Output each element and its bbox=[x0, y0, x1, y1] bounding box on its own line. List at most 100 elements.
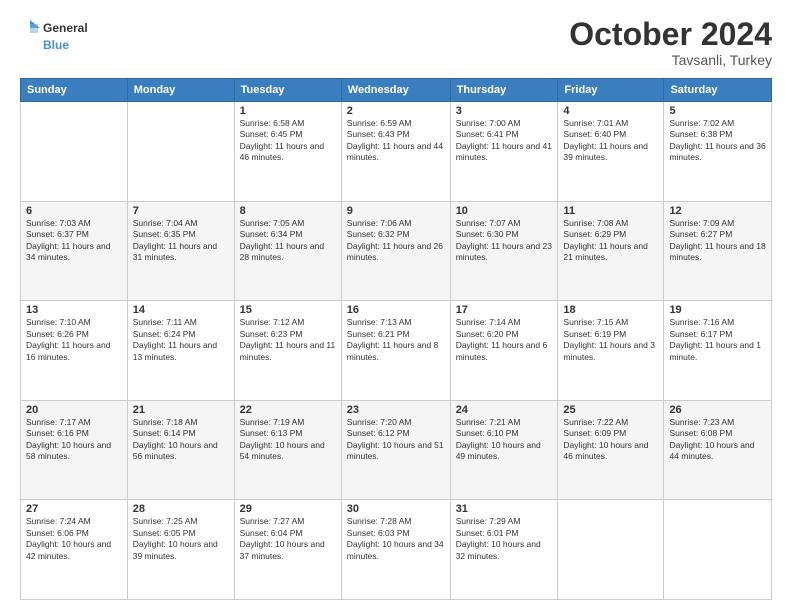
calendar-cell-4-3: 22 Sunrise: 7:19 AMSunset: 6:13 PMDaylig… bbox=[234, 400, 341, 500]
calendar-cell-1-3: 1 Sunrise: 6:58 AMSunset: 6:45 PMDayligh… bbox=[234, 102, 341, 202]
calendar-cell-1-6: 4 Sunrise: 7:01 AMSunset: 6:40 PMDayligh… bbox=[558, 102, 664, 202]
day-number: 7 bbox=[133, 205, 229, 217]
day-info: Sunrise: 7:13 AMSunset: 6:21 PMDaylight:… bbox=[347, 317, 445, 363]
day-info: Sunrise: 7:20 AMSunset: 6:12 PMDaylight:… bbox=[347, 417, 445, 463]
day-number: 14 bbox=[133, 304, 229, 316]
day-number: 5 bbox=[669, 105, 766, 117]
day-info: Sunrise: 7:25 AMSunset: 6:05 PMDaylight:… bbox=[133, 516, 229, 562]
day-number: 30 bbox=[347, 503, 445, 515]
calendar-cell-2-4: 9 Sunrise: 7:06 AMSunset: 6:32 PMDayligh… bbox=[341, 201, 450, 301]
calendar-cell-1-4: 2 Sunrise: 6:59 AMSunset: 6:43 PMDayligh… bbox=[341, 102, 450, 202]
day-info: Sunrise: 7:14 AMSunset: 6:20 PMDaylight:… bbox=[456, 317, 553, 363]
day-info: Sunrise: 7:05 AMSunset: 6:34 PMDaylight:… bbox=[240, 218, 336, 264]
calendar-week-4: 20 Sunrise: 7:17 AMSunset: 6:16 PMDaylig… bbox=[21, 400, 772, 500]
day-number: 9 bbox=[347, 205, 445, 217]
day-info: Sunrise: 7:22 AMSunset: 6:09 PMDaylight:… bbox=[563, 417, 658, 463]
calendar-week-2: 6 Sunrise: 7:03 AMSunset: 6:37 PMDayligh… bbox=[21, 201, 772, 301]
day-number: 20 bbox=[26, 404, 122, 416]
day-info: Sunrise: 7:09 AMSunset: 6:27 PMDaylight:… bbox=[669, 218, 766, 264]
day-info: Sunrise: 7:19 AMSunset: 6:13 PMDaylight:… bbox=[240, 417, 336, 463]
calendar-cell-2-5: 10 Sunrise: 7:07 AMSunset: 6:30 PMDaylig… bbox=[450, 201, 558, 301]
calendar-cell-4-2: 21 Sunrise: 7:18 AMSunset: 6:14 PMDaylig… bbox=[127, 400, 234, 500]
day-number: 3 bbox=[456, 105, 553, 117]
calendar-cell-2-1: 6 Sunrise: 7:03 AMSunset: 6:37 PMDayligh… bbox=[21, 201, 128, 301]
logo: General Blue bbox=[20, 18, 88, 52]
calendar-cell-1-5: 3 Sunrise: 7:00 AMSunset: 6:41 PMDayligh… bbox=[450, 102, 558, 202]
day-number: 4 bbox=[563, 105, 658, 117]
calendar-cell-1-1 bbox=[21, 102, 128, 202]
day-info: Sunrise: 7:27 AMSunset: 6:04 PMDaylight:… bbox=[240, 516, 336, 562]
calendar-cell-2-3: 8 Sunrise: 7:05 AMSunset: 6:34 PMDayligh… bbox=[234, 201, 341, 301]
calendar-cell-5-7 bbox=[664, 500, 772, 600]
day-info: Sunrise: 7:07 AMSunset: 6:30 PMDaylight:… bbox=[456, 218, 553, 264]
calendar-cell-2-7: 12 Sunrise: 7:09 AMSunset: 6:27 PMDaylig… bbox=[664, 201, 772, 301]
day-number: 23 bbox=[347, 404, 445, 416]
calendar-cell-2-6: 11 Sunrise: 7:08 AMSunset: 6:29 PMDaylig… bbox=[558, 201, 664, 301]
calendar-cell-1-7: 5 Sunrise: 7:02 AMSunset: 6:38 PMDayligh… bbox=[664, 102, 772, 202]
calendar-header-thursday: Thursday bbox=[450, 79, 558, 102]
day-number: 8 bbox=[240, 205, 336, 217]
header: General Blue October 2024 Tavsanli, Turk… bbox=[20, 18, 772, 68]
day-number: 22 bbox=[240, 404, 336, 416]
day-number: 29 bbox=[240, 503, 336, 515]
day-number: 19 bbox=[669, 304, 766, 316]
calendar-body: 1 Sunrise: 6:58 AMSunset: 6:45 PMDayligh… bbox=[21, 102, 772, 600]
calendar-week-3: 13 Sunrise: 7:10 AMSunset: 6:26 PMDaylig… bbox=[21, 301, 772, 401]
calendar-cell-3-5: 17 Sunrise: 7:14 AMSunset: 6:20 PMDaylig… bbox=[450, 301, 558, 401]
day-number: 1 bbox=[240, 105, 336, 117]
calendar-cell-3-1: 13 Sunrise: 7:10 AMSunset: 6:26 PMDaylig… bbox=[21, 301, 128, 401]
day-number: 28 bbox=[133, 503, 229, 515]
calendar-cell-3-3: 15 Sunrise: 7:12 AMSunset: 6:23 PMDaylig… bbox=[234, 301, 341, 401]
day-number: 6 bbox=[26, 205, 122, 217]
calendar-cell-3-2: 14 Sunrise: 7:11 AMSunset: 6:24 PMDaylig… bbox=[127, 301, 234, 401]
calendar-cell-5-1: 27 Sunrise: 7:24 AMSunset: 6:06 PMDaylig… bbox=[21, 500, 128, 600]
day-info: Sunrise: 7:15 AMSunset: 6:19 PMDaylight:… bbox=[563, 317, 658, 363]
day-number: 24 bbox=[456, 404, 553, 416]
day-number: 27 bbox=[26, 503, 122, 515]
day-info: Sunrise: 7:01 AMSunset: 6:40 PMDaylight:… bbox=[563, 118, 658, 164]
calendar-cell-5-5: 31 Sunrise: 7:29 AMSunset: 6:01 PMDaylig… bbox=[450, 500, 558, 600]
calendar-cell-3-6: 18 Sunrise: 7:15 AMSunset: 6:19 PMDaylig… bbox=[558, 301, 664, 401]
calendar-cell-1-2 bbox=[127, 102, 234, 202]
day-info: Sunrise: 7:16 AMSunset: 6:17 PMDaylight:… bbox=[669, 317, 766, 363]
day-number: 16 bbox=[347, 304, 445, 316]
day-info: Sunrise: 7:04 AMSunset: 6:35 PMDaylight:… bbox=[133, 218, 229, 264]
day-info: Sunrise: 7:17 AMSunset: 6:16 PMDaylight:… bbox=[26, 417, 122, 463]
day-number: 31 bbox=[456, 503, 553, 515]
day-info: Sunrise: 7:12 AMSunset: 6:23 PMDaylight:… bbox=[240, 317, 336, 363]
calendar-cell-2-2: 7 Sunrise: 7:04 AMSunset: 6:35 PMDayligh… bbox=[127, 201, 234, 301]
day-info: Sunrise: 7:11 AMSunset: 6:24 PMDaylight:… bbox=[133, 317, 229, 363]
day-info: Sunrise: 7:21 AMSunset: 6:10 PMDaylight:… bbox=[456, 417, 553, 463]
day-info: Sunrise: 7:06 AMSunset: 6:32 PMDaylight:… bbox=[347, 218, 445, 264]
day-number: 15 bbox=[240, 304, 336, 316]
day-info: Sunrise: 7:00 AMSunset: 6:41 PMDaylight:… bbox=[456, 118, 553, 164]
day-number: 26 bbox=[669, 404, 766, 416]
day-number: 10 bbox=[456, 205, 553, 217]
day-number: 12 bbox=[669, 205, 766, 217]
day-number: 2 bbox=[347, 105, 445, 117]
day-info: Sunrise: 7:24 AMSunset: 6:06 PMDaylight:… bbox=[26, 516, 122, 562]
calendar-header-wednesday: Wednesday bbox=[341, 79, 450, 102]
month-title: October 2024 bbox=[569, 18, 772, 50]
day-number: 21 bbox=[133, 404, 229, 416]
calendar-cell-5-6 bbox=[558, 500, 664, 600]
calendar-cell-4-1: 20 Sunrise: 7:17 AMSunset: 6:16 PMDaylig… bbox=[21, 400, 128, 500]
calendar-week-5: 27 Sunrise: 7:24 AMSunset: 6:06 PMDaylig… bbox=[21, 500, 772, 600]
calendar-header-monday: Monday bbox=[127, 79, 234, 102]
calendar-cell-5-4: 30 Sunrise: 7:28 AMSunset: 6:03 PMDaylig… bbox=[341, 500, 450, 600]
calendar-cell-4-4: 23 Sunrise: 7:20 AMSunset: 6:12 PMDaylig… bbox=[341, 400, 450, 500]
calendar-header-saturday: Saturday bbox=[664, 79, 772, 102]
calendar-header-friday: Friday bbox=[558, 79, 664, 102]
day-number: 11 bbox=[563, 205, 658, 217]
day-info: Sunrise: 7:28 AMSunset: 6:03 PMDaylight:… bbox=[347, 516, 445, 562]
day-info: Sunrise: 7:08 AMSunset: 6:29 PMDaylight:… bbox=[563, 218, 658, 264]
day-info: Sunrise: 7:10 AMSunset: 6:26 PMDaylight:… bbox=[26, 317, 122, 363]
calendar-cell-4-7: 26 Sunrise: 7:23 AMSunset: 6:08 PMDaylig… bbox=[664, 400, 772, 500]
calendar-cell-3-4: 16 Sunrise: 7:13 AMSunset: 6:21 PMDaylig… bbox=[341, 301, 450, 401]
day-number: 18 bbox=[563, 304, 658, 316]
day-number: 17 bbox=[456, 304, 553, 316]
calendar-cell-4-6: 25 Sunrise: 7:22 AMSunset: 6:09 PMDaylig… bbox=[558, 400, 664, 500]
calendar-cell-3-7: 19 Sunrise: 7:16 AMSunset: 6:17 PMDaylig… bbox=[664, 301, 772, 401]
logo-bird-icon bbox=[20, 18, 40, 38]
day-info: Sunrise: 7:02 AMSunset: 6:38 PMDaylight:… bbox=[669, 118, 766, 164]
